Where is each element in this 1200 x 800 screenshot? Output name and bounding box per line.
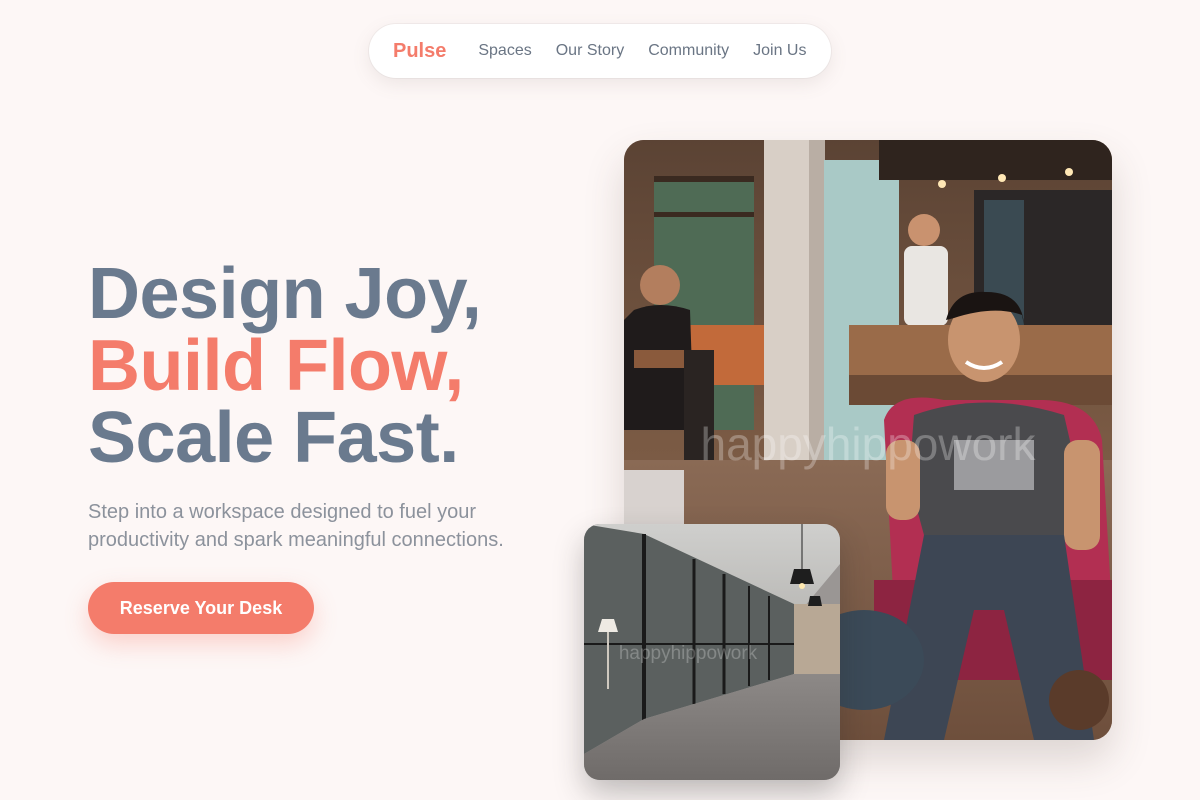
office-hallway-photo: happyhippowork [584,524,840,780]
headline-line-3: Scale Fast. [88,398,459,478]
brand-logo[interactable]: Pulse [393,40,446,63]
headline-line-2: Build Flow, [88,326,464,406]
nav-link-join-us[interactable]: Join Us [753,42,806,60]
headline-line-1: Design Joy, [88,254,482,334]
reserve-desk-button[interactable]: Reserve Your Desk [88,582,314,634]
landing-page: Pulse Spaces Our Story Community Join Us… [0,0,1200,800]
secondary-photo-watermark: happyhippowork [619,643,758,664]
hallway-photo-illustration: happyhippowork [584,524,840,780]
nav-link-our-story[interactable]: Our Story [556,42,624,60]
main-photo-watermark: happyhippowork [700,418,1036,470]
nav-link-community[interactable]: Community [648,42,729,60]
top-nav: Pulse Spaces Our Story Community Join Us [369,24,831,78]
hero-subtext: Step into a workspace designed to fuel y… [88,501,504,551]
nav-link-spaces[interactable]: Spaces [478,42,531,60]
hero-headline: Design Joy, Build Flow, Scale Fast. [88,254,482,478]
